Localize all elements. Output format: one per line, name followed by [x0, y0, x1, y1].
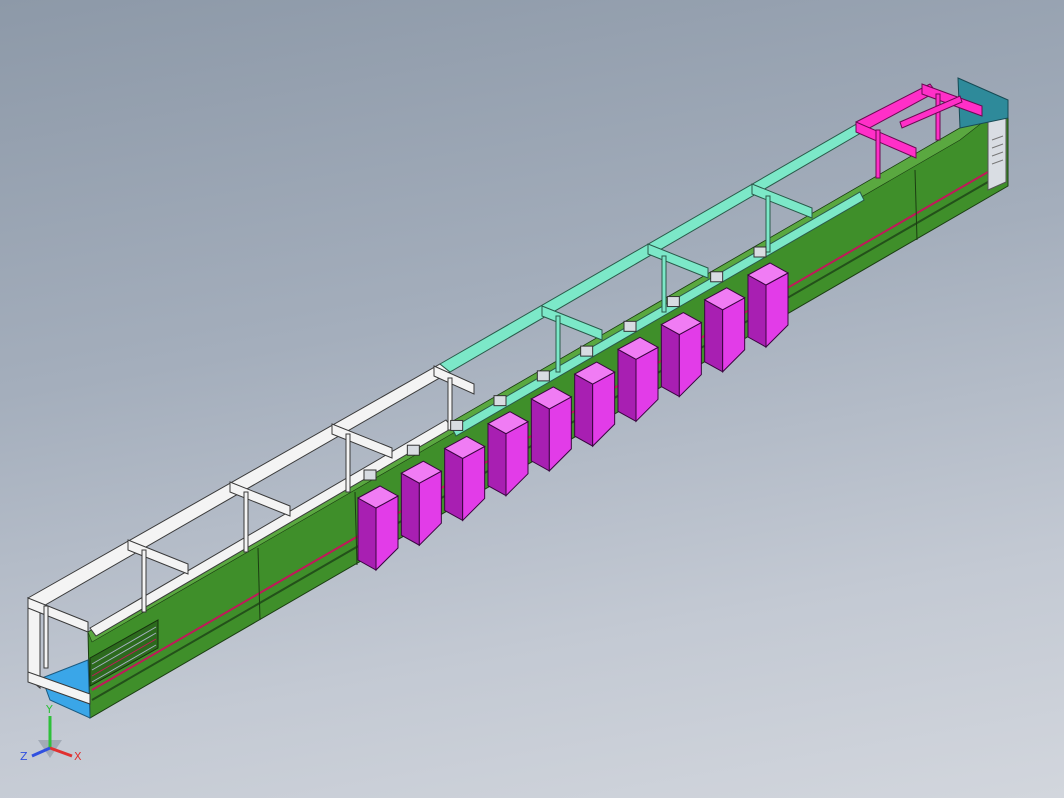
orientation-triad[interactable]: Y X Z: [14, 700, 94, 780]
hopper-clip: [710, 271, 724, 283]
conveyor-model[interactable]: [0, 0, 1064, 798]
hopper-box[interactable]: [660, 311, 703, 398]
right-vent-grille: [987, 111, 1007, 191]
hopper-clip: [363, 469, 377, 481]
hopper-box[interactable]: [573, 361, 616, 448]
hopper-clip: [580, 345, 594, 357]
hopper-box[interactable]: [400, 460, 443, 547]
triad-z-label: Z: [20, 750, 28, 763]
hopper-clip: [623, 320, 637, 332]
hopper-clip: [536, 370, 550, 382]
hopper-clip: [753, 246, 767, 258]
hopper-box[interactable]: [356, 485, 400, 572]
hopper-clip: [450, 419, 464, 431]
hopper-box[interactable]: [486, 411, 530, 497]
triad-x-label: X: [74, 750, 82, 763]
hopper-clip: [493, 395, 507, 407]
triad-y-label: Y: [45, 703, 53, 716]
hopper-box[interactable]: [443, 435, 486, 522]
hopper-box[interactable]: [746, 262, 790, 349]
hopper-clip: [666, 296, 680, 308]
graphics-viewport[interactable]: Y X Z: [0, 0, 1064, 798]
hopper-box[interactable]: [530, 386, 573, 473]
hopper-clip: [406, 444, 420, 456]
hopper-box[interactable]: [703, 287, 746, 373]
hopper-box[interactable]: [616, 336, 660, 423]
